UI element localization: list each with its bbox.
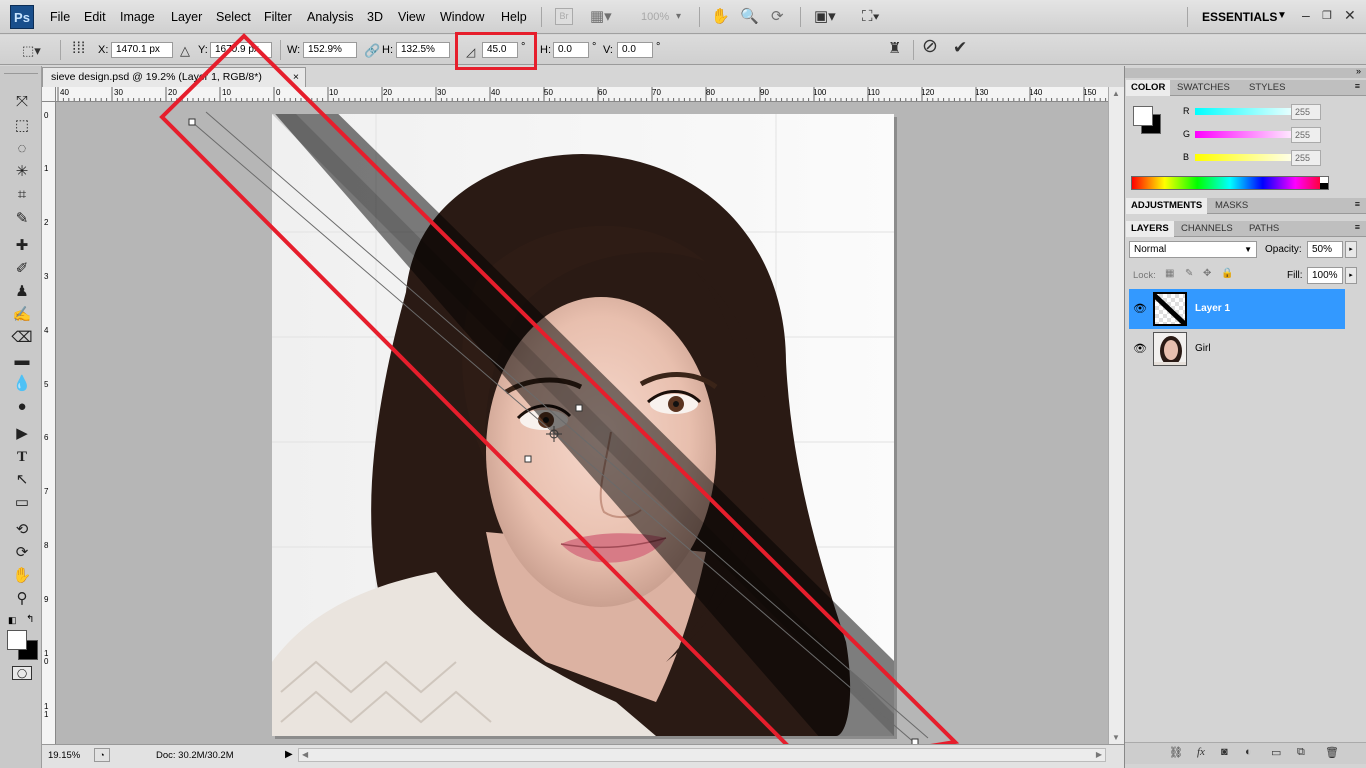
layer-name[interactable]: Girl [1195,343,1211,354]
layer-row-girl[interactable]: 👁 Girl [1129,329,1345,369]
tab-channels[interactable]: CHANNELS [1176,221,1238,237]
canvas-horizontal-scrollbar[interactable]: ◀ ▶ [298,748,1106,762]
layer-name[interactable]: Layer 1 [1195,303,1230,314]
opacity-field[interactable]: 50% [1307,241,1343,258]
lock-position-icon[interactable]: ✥ [1203,268,1211,279]
tab-adjustments[interactable]: ADJUSTMENTS [1126,198,1208,214]
lock-all-icon[interactable]: 🔒 [1221,268,1233,279]
fill-label: Fill: [1287,270,1303,281]
lock-label: Lock: [1133,270,1156,281]
new-group-icon[interactable]: ▭ [1271,746,1281,759]
adjustments-panel-tabs: ADJUSTMENTS MASKS ≡ [1126,198,1366,214]
fill-field[interactable]: 100% [1307,267,1343,284]
red-channel-label: R [1183,106,1190,116]
lock-transparency-icon[interactable]: ▦ [1165,268,1174,279]
layers-panel-footer: ⛓ fx ◙ ◐ ▭ ⧉ 🗑 [1125,742,1366,764]
tab-color[interactable]: COLOR [1126,80,1171,96]
scroll-up-icon[interactable]: ▲ [1112,89,1120,98]
new-layer-icon[interactable]: ⧉ [1297,746,1305,759]
eye-icon[interactable]: 👁 [1133,342,1147,355]
layers-panel-tabs: LAYERS CHANNELS PATHS ≡ [1126,221,1366,237]
layer1-thumbnail [1153,292,1187,326]
green-channel-label: G [1183,129,1191,139]
add-mask-icon[interactable]: ◙ [1221,746,1228,758]
status-info-icon[interactable]: ◔ [94,748,110,762]
adjustment-layer-icon[interactable]: ◐ [1245,746,1252,758]
blend-mode-dropdown-icon[interactable]: ▼ [1244,242,1252,257]
blend-mode-select[interactable]: Normal ▼ [1129,241,1257,258]
document-size: Doc: 30.2M/30.2M [156,750,234,761]
layer-row-layer1[interactable]: 👁 Layer 1 [1129,289,1345,329]
opacity-slider-arrow-icon[interactable]: ▸ [1345,241,1357,258]
zoom-percentage[interactable]: 19.15% [48,750,80,761]
tab-swatches[interactable]: SWATCHES [1172,80,1235,96]
link-layers-icon[interactable]: ⛓ [1169,746,1183,759]
color-panel-foreground-swatch[interactable] [1133,106,1153,126]
fill-slider-arrow-icon[interactable]: ▸ [1345,267,1357,284]
girl-thumbnail [1153,332,1187,366]
status-bar: 19.15% ◔ Doc: 30.2M/30.2M ▶ ◀ ▶ [42,744,1124,768]
panel-menu-icon[interactable]: ≡ [1355,199,1360,209]
panel-menu-icon[interactable]: ≡ [1355,81,1360,91]
tab-paths[interactable]: PATHS [1244,221,1284,237]
blue-channel-label: B [1183,152,1190,162]
color-panel-tabs: COLOR SWATCHES STYLES ≡ [1126,80,1366,96]
eye-icon[interactable]: 👁 [1133,302,1147,315]
opacity-label: Opacity: [1265,244,1302,255]
green-channel-slider[interactable] [1195,131,1301,138]
blue-channel-slider[interactable] [1195,154,1301,161]
red-channel-slider[interactable] [1195,108,1301,115]
panels-dock: » COLOR SWATCHES STYLES ≡ R 255 G 255 B … [1124,66,1366,768]
scroll-right-icon[interactable]: ▶ [1096,750,1102,759]
panel-menu-icon[interactable]: ≡ [1355,222,1360,232]
panel-dock-header[interactable]: » [1125,66,1366,78]
delete-layer-icon[interactable]: 🗑 [1325,746,1339,759]
collapse-panels-icon[interactable]: » [1356,66,1361,76]
layer-style-icon[interactable]: fx [1197,746,1205,758]
red-channel-value[interactable]: 255 [1291,104,1321,120]
color-spectrum-ramp[interactable] [1131,176,1329,190]
blue-channel-value[interactable]: 255 [1291,150,1321,166]
scroll-down-icon[interactable]: ▼ [1112,733,1120,742]
blend-mode-value: Normal [1134,244,1167,255]
scroll-left-icon[interactable]: ◀ [302,750,308,759]
tab-masks[interactable]: MASKS [1210,198,1253,214]
canvas-vertical-scrollbar[interactable]: ▲ ▼ [1108,87,1124,744]
green-channel-value[interactable]: 255 [1291,127,1321,143]
status-menu-arrow-icon[interactable]: ▶ [285,749,293,760]
tab-layers[interactable]: LAYERS [1126,221,1174,237]
lock-image-icon[interactable]: ✎ [1185,268,1193,279]
tab-styles[interactable]: STYLES [1244,80,1290,96]
